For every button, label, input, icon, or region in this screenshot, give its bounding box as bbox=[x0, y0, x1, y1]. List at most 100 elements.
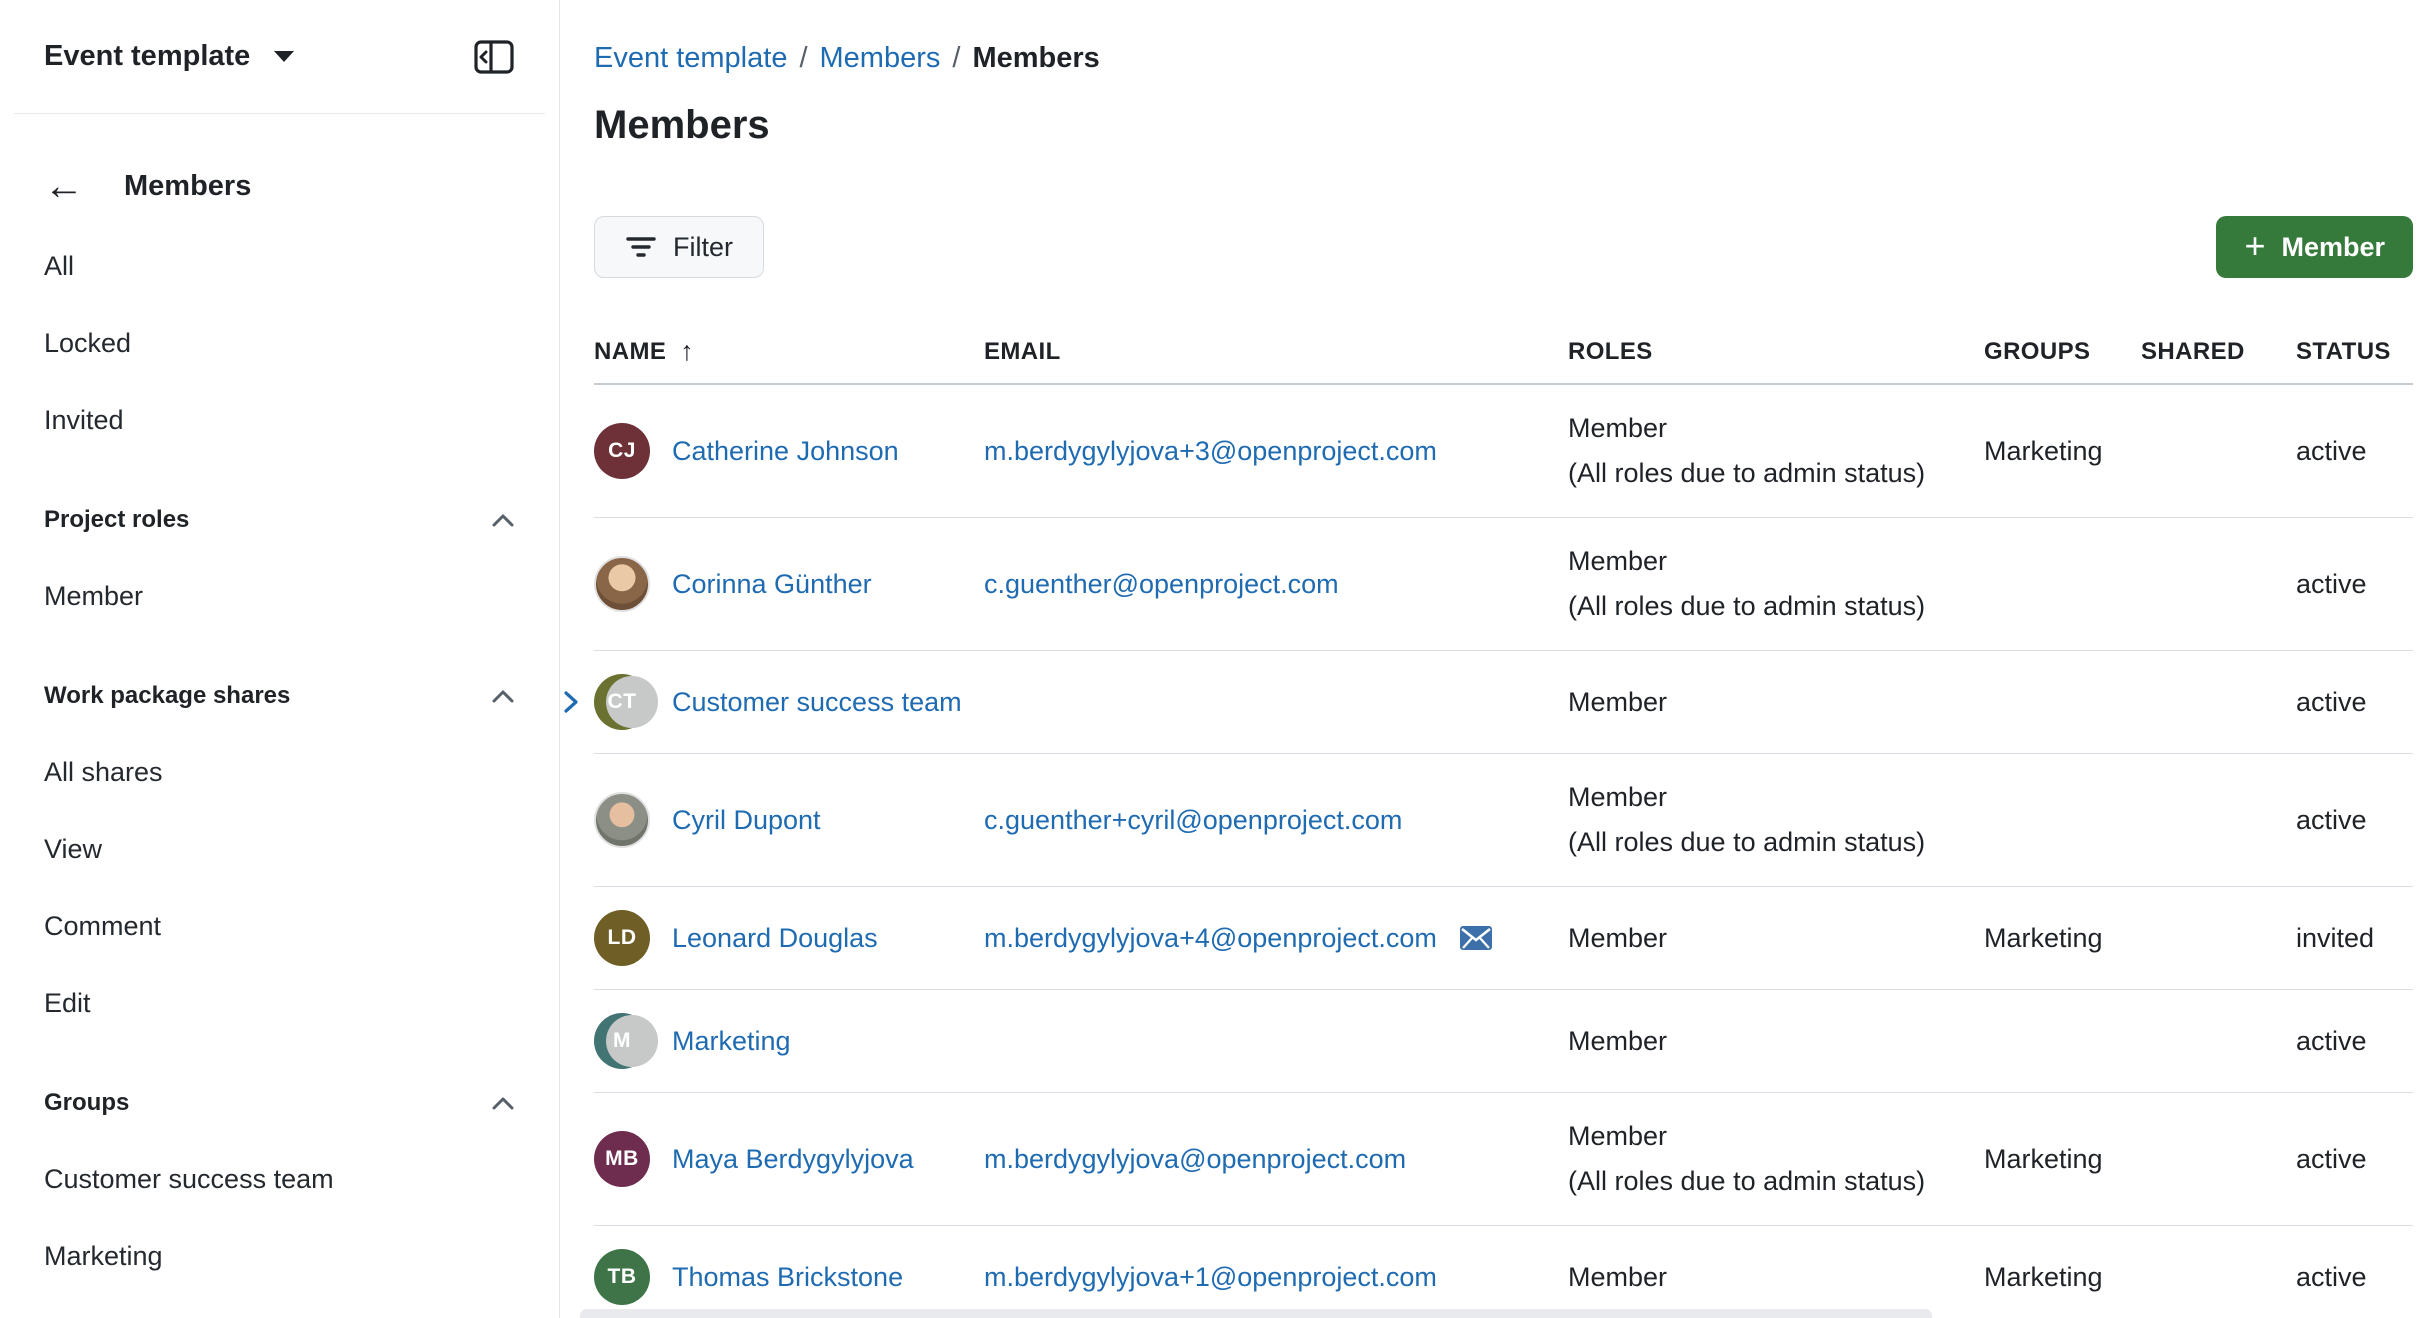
back-button[interactable]: ← bbox=[44, 166, 84, 206]
add-member-label: Member bbox=[2281, 232, 2385, 263]
sidebar-item-locked[interactable]: Locked bbox=[44, 305, 515, 382]
add-member-button[interactable]: + Member bbox=[2216, 216, 2413, 278]
group-name-link[interactable]: Marketing bbox=[672, 1026, 791, 1057]
plus-icon: + bbox=[2244, 228, 2265, 264]
sidebar-item-all-shares[interactable]: All shares bbox=[44, 734, 515, 811]
role-text: Member bbox=[1568, 406, 1984, 451]
avatar-photo[interactable] bbox=[594, 556, 650, 612]
sidebar-section-groups[interactable]: Groups bbox=[44, 1064, 515, 1141]
member-name-link[interactable]: Catherine Johnson bbox=[672, 436, 899, 467]
member-roles-cell: Member bbox=[1568, 1019, 1984, 1064]
member-status-cell: active bbox=[2296, 805, 2413, 836]
collapse-sidebar-button[interactable] bbox=[473, 39, 515, 75]
member-roles-cell: Member bbox=[1568, 916, 1984, 961]
sidebar-item-comment[interactable]: Comment bbox=[44, 888, 515, 965]
role-note: (All roles due to admin status) bbox=[1568, 820, 1984, 865]
breadcrumb-link-members[interactable]: Members bbox=[820, 42, 941, 75]
caret-down-icon bbox=[272, 49, 296, 64]
breadcrumb: Event template / Members / Members bbox=[594, 42, 2413, 75]
collapse-sidebar-icon bbox=[473, 39, 515, 75]
breadcrumb-separator: / bbox=[799, 42, 807, 75]
member-email-link[interactable]: m.berdygylyjova+4@openproject.com bbox=[984, 923, 1437, 954]
group-avatar[interactable]: M bbox=[594, 1013, 650, 1069]
horizontal-scrollbar-thumb[interactable] bbox=[580, 1309, 1932, 1318]
avatar[interactable]: CJ bbox=[594, 423, 650, 479]
member-status-cell: active bbox=[2296, 436, 2413, 467]
member-status-cell: active bbox=[2296, 1262, 2413, 1293]
group-avatar[interactable]: CT bbox=[594, 674, 650, 730]
chevron-right-icon bbox=[560, 689, 582, 715]
toolbar: Filter + Member bbox=[594, 216, 2413, 278]
sidebar-back-label: Members bbox=[124, 170, 251, 203]
sidebar-item-edit[interactable]: Edit bbox=[44, 965, 515, 1042]
sidebar-section-work-package-shares[interactable]: Work package shares bbox=[44, 657, 515, 734]
expand-group-button[interactable] bbox=[560, 689, 582, 715]
sidebar-item-member-role[interactable]: Member bbox=[44, 558, 515, 635]
role-text: Member bbox=[1568, 775, 1984, 820]
column-header-name[interactable]: NAME ↑ bbox=[594, 336, 984, 367]
chevron-up-icon bbox=[491, 688, 515, 704]
table-row: Corinna Günther c.guenther@openproject.c… bbox=[594, 518, 2413, 651]
sidebar: Event template ← Members All Locked Invi… bbox=[0, 0, 560, 1318]
project-title: Event template bbox=[44, 40, 250, 73]
sidebar-back-header: ← Members bbox=[0, 154, 559, 218]
member-email-cell: m.berdygylyjova+1@openproject.com bbox=[984, 1262, 1568, 1293]
member-email-link[interactable]: m.berdygylyjova+3@openproject.com bbox=[984, 436, 1437, 467]
avatar[interactable]: MB bbox=[594, 1131, 650, 1187]
member-email-cell: m.berdygylyjova@openproject.com bbox=[984, 1144, 1568, 1175]
member-name-link[interactable]: Corinna Günther bbox=[672, 569, 872, 600]
breadcrumb-link-project[interactable]: Event template bbox=[594, 42, 787, 75]
avatar[interactable]: TB bbox=[594, 1249, 650, 1305]
app-window: Event template ← Members All Locked Invi… bbox=[0, 0, 2424, 1318]
sidebar-item-all[interactable]: All bbox=[44, 228, 515, 305]
avatar[interactable]: LD bbox=[594, 910, 650, 966]
chevron-up-icon bbox=[491, 1095, 515, 1111]
column-header-groups[interactable]: GROUPS bbox=[1984, 336, 2141, 367]
member-status-cell: active bbox=[2296, 1144, 2413, 1175]
member-email-link[interactable]: m.berdygylyjova@openproject.com bbox=[984, 1144, 1406, 1175]
member-name-link[interactable]: Maya Berdygylyjova bbox=[672, 1144, 914, 1175]
member-name-link[interactable]: Leonard Douglas bbox=[672, 923, 878, 954]
table-row: M Marketing Member active bbox=[594, 990, 2413, 1093]
sidebar-item-view[interactable]: View bbox=[44, 811, 515, 888]
member-name-cell: CJ Catherine Johnson bbox=[594, 423, 984, 479]
member-name-cell: LD Leonard Douglas bbox=[594, 910, 984, 966]
table-row: LD Leonard Douglas m.berdygylyjova+4@ope… bbox=[594, 887, 2413, 990]
member-email-link[interactable]: c.guenther+cyril@openproject.com bbox=[984, 805, 1402, 836]
filter-icon bbox=[625, 233, 657, 261]
column-header-roles[interactable]: ROLES bbox=[1568, 336, 1984, 367]
member-email-link[interactable]: m.berdygylyjova+1@openproject.com bbox=[984, 1262, 1437, 1293]
member-name-link[interactable]: Cyril Dupont bbox=[672, 805, 821, 836]
member-groups-cell: Marketing bbox=[1984, 923, 2141, 954]
sidebar-divider bbox=[14, 113, 545, 114]
role-note: (All roles due to admin status) bbox=[1568, 1159, 1984, 1204]
sidebar-item-marketing[interactable]: Marketing bbox=[44, 1218, 515, 1295]
avatar-photo[interactable] bbox=[594, 792, 650, 848]
column-header-email[interactable]: EMAIL bbox=[984, 336, 1568, 367]
member-status-cell: active bbox=[2296, 687, 2413, 718]
role-text: Member bbox=[1568, 539, 1984, 584]
column-label: NAME bbox=[594, 338, 666, 366]
section-label: Groups bbox=[44, 1089, 129, 1117]
chevron-up-icon bbox=[491, 512, 515, 528]
member-email-link[interactable]: c.guenther@openproject.com bbox=[984, 569, 1339, 600]
column-header-status[interactable]: STATUS bbox=[2296, 336, 2413, 367]
member-roles-cell: Member bbox=[1568, 1255, 1984, 1300]
member-roles-cell: Member (All roles due to admin status) bbox=[1568, 775, 1984, 865]
member-groups-cell: Marketing bbox=[1984, 1262, 2141, 1293]
member-name-link[interactable]: Thomas Brickstone bbox=[672, 1262, 903, 1293]
sort-ascending-icon: ↑ bbox=[680, 336, 694, 367]
column-header-shared[interactable]: SHARED bbox=[2141, 336, 2296, 367]
sidebar-item-customer-success-team[interactable]: Customer success team bbox=[44, 1141, 515, 1218]
table-row: CT Customer success team Member active bbox=[594, 651, 2413, 754]
members-table: NAME ↑ EMAIL ROLES GROUPS SHARED STATUS … bbox=[594, 336, 2413, 1318]
project-switcher[interactable]: Event template bbox=[44, 40, 296, 73]
sidebar-item-invited[interactable]: Invited bbox=[44, 382, 515, 459]
group-name-link[interactable]: Customer success team bbox=[672, 687, 962, 718]
table-row: Cyril Dupont c.guenther+cyril@openprojec… bbox=[594, 754, 2413, 887]
main-content: Event template / Members / Members Membe… bbox=[560, 0, 2424, 1318]
filter-button[interactable]: Filter bbox=[594, 216, 764, 278]
member-groups-cell: Marketing bbox=[1984, 1144, 2141, 1175]
role-text: Member bbox=[1568, 680, 1984, 725]
sidebar-section-project-roles[interactable]: Project roles bbox=[44, 481, 515, 558]
